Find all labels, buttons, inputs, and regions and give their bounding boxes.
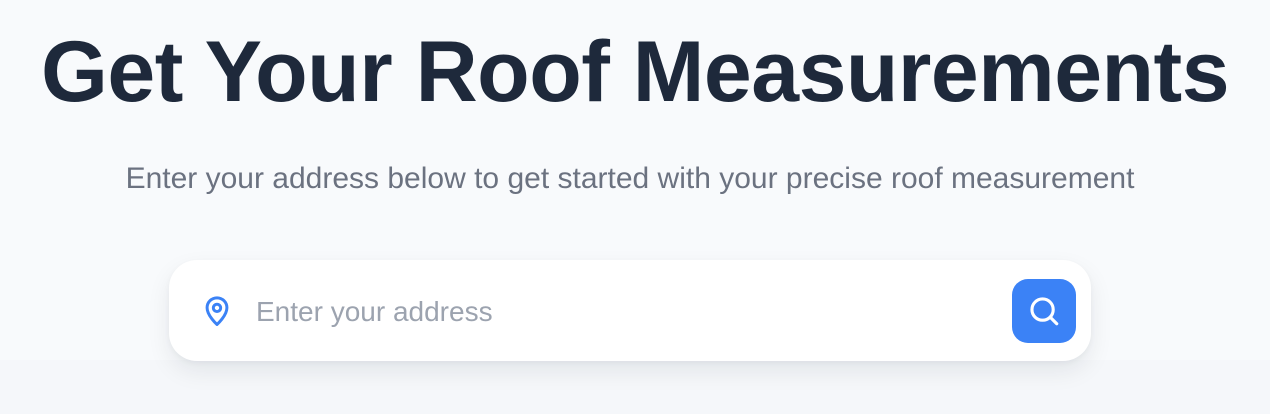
- address-input[interactable]: [256, 290, 996, 334]
- search-icon: [1027, 294, 1061, 328]
- page-subtitle: Enter your address below to get started …: [125, 162, 1135, 195]
- search-button[interactable]: [1012, 279, 1076, 343]
- page-title: Get Your Roof Measurements: [40, 24, 1230, 120]
- map-pin-icon: [198, 292, 236, 330]
- hero-section: Get Your Roof Measurements Enter your ad…: [0, 0, 1270, 414]
